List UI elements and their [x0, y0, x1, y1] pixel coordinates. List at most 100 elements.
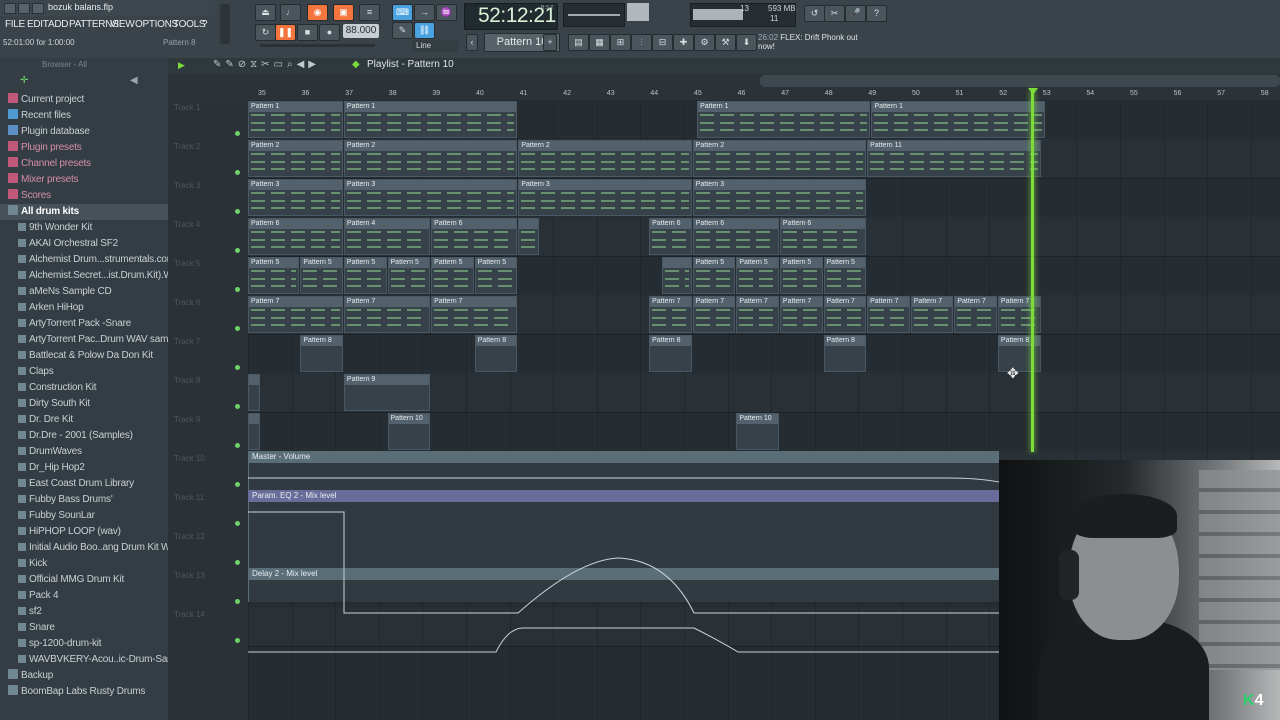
browser-item[interactable]: Alchemist Drum...strumentals.com)	[0, 252, 168, 268]
browser-item[interactable]: Recent files	[0, 108, 176, 124]
browser-item[interactable]: Dr. Dre Kit	[0, 412, 168, 428]
browser-item[interactable]: Construction Kit	[0, 380, 168, 396]
track-name[interactable]: Track 11	[174, 493, 204, 502]
browser-item[interactable]: Official MMG Drum Kit	[0, 572, 168, 588]
horizontal-scrollbar[interactable]	[760, 75, 1280, 87]
browser-item[interactable]: Mixer presets	[0, 172, 176, 188]
track-mute-led[interactable]	[235, 560, 240, 565]
browser-item[interactable]: Dr_Hip Hop2	[0, 460, 168, 476]
menu-options[interactable]: OPTIONS	[135, 19, 178, 30]
playhead[interactable]	[1031, 90, 1034, 452]
stop-icon[interactable]: ■	[297, 24, 318, 41]
browser-item[interactable]: BoomBap Labs Rusty Drums	[0, 684, 176, 700]
track-mute-led[interactable]	[235, 482, 240, 487]
plugin-icon[interactable]: ⚙	[694, 34, 715, 51]
playlist-tools[interactable]: ✎✎⊘⧖✂▭⌕◀▶	[213, 59, 320, 70]
waveform-icon[interactable]: ♒	[436, 4, 457, 21]
mixer-icon[interactable]: ⫶	[631, 34, 652, 51]
timeline-ruler[interactable]	[248, 88, 1280, 100]
browser-item[interactable]: Alchemist.Secret...ist.Drum.Kit).WAV	[0, 268, 168, 284]
pattern-song-icon[interactable]: ⏏	[255, 4, 276, 21]
track-name[interactable]: Track 8	[174, 376, 200, 385]
piano-roll-icon[interactable]: ▦	[589, 34, 610, 51]
song-position-bar[interactable]	[260, 44, 375, 47]
menu-add[interactable]: ADD	[48, 19, 69, 30]
draw-mode-icon[interactable]: ✎	[392, 22, 413, 39]
browser-item[interactable]: ArtyTorrent Pac..Drum WAV samples	[0, 332, 168, 348]
pause-icon[interactable]: ❚❚	[275, 24, 296, 41]
browser-item[interactable]: Pack 4	[0, 588, 168, 604]
countdown-icon[interactable]: ▣	[333, 4, 354, 21]
track-mute-led[interactable]	[235, 248, 240, 253]
browser-item[interactable]: sf2	[0, 604, 168, 620]
channel-rack-icon[interactable]: ⊞	[610, 34, 631, 51]
playlist-menu-icon[interactable]: ▶	[178, 60, 185, 71]
menu-help[interactable]: ?	[202, 19, 208, 30]
browser-item[interactable]: DrumWaves	[0, 444, 168, 460]
record-mode-icon[interactable]: ◉	[307, 4, 328, 21]
menu-file[interactable]: FILE	[5, 19, 25, 30]
track-name[interactable]: Track 5	[174, 259, 200, 268]
close-window-icon[interactable]	[32, 3, 44, 14]
tempo-display[interactable]: 88.000	[343, 24, 379, 38]
track-name[interactable]: Track 1	[174, 103, 200, 112]
track-name[interactable]: Track 7	[174, 337, 200, 346]
loop-icon[interactable]: ↻	[255, 24, 276, 41]
browser-item[interactable]: Dirty South Kit	[0, 396, 168, 412]
track-mute-led[interactable]	[235, 443, 240, 448]
browser-item[interactable]: Plugin database	[0, 124, 176, 140]
download-icon[interactable]: ⬇	[736, 34, 757, 51]
track-name[interactable]: Track 9	[174, 415, 200, 424]
wrench-icon[interactable]: ⚒	[715, 34, 736, 51]
snap-icon[interactable]: →	[414, 4, 435, 21]
collapse-icon[interactable]: ◀	[130, 76, 138, 86]
track-name[interactable]: Track 12	[174, 532, 205, 541]
browser-item[interactable]: Channel presets	[0, 156, 176, 172]
master-volume-slider[interactable]	[220, 4, 230, 44]
step-edit-icon[interactable]: ≡	[359, 4, 380, 21]
typing-keyboard-icon[interactable]: ⌨	[392, 4, 413, 21]
browser-item[interactable]: HiPHOP LOOP (wav)	[0, 524, 168, 540]
track-mute-led[interactable]	[235, 170, 240, 175]
browser-item[interactable]: Backup	[0, 668, 176, 684]
browser-item[interactable]: Fubby SounLar	[0, 508, 168, 524]
browser-item[interactable]: Battlecat & Polow Da Don Kit	[0, 348, 168, 364]
browser-item[interactable]: Claps	[0, 364, 168, 380]
add-pattern-icon[interactable]: +	[543, 34, 557, 51]
browser-item[interactable]: Arken HiHop	[0, 300, 168, 316]
track-mute-led[interactable]	[235, 209, 240, 214]
track-mute-led[interactable]	[235, 521, 240, 526]
microphone-icon[interactable]: 🎤	[845, 5, 866, 22]
playlist-window-icon[interactable]: ▤	[568, 34, 589, 51]
window-menu-icon[interactable]	[4, 3, 16, 14]
browser-item[interactable]: Plugin presets	[0, 140, 176, 156]
track-name[interactable]: Track 2	[174, 142, 200, 151]
track-mute-led[interactable]	[235, 599, 240, 604]
tools-icon[interactable]: ✂	[824, 5, 845, 22]
plugin-picker-icon[interactable]: ✚	[673, 34, 694, 51]
track-name[interactable]: Track 4	[174, 220, 200, 229]
undo-icon[interactable]: ↺	[804, 5, 825, 22]
metronome-icon[interactable]: ♩	[280, 4, 301, 21]
minimize-icon[interactable]	[18, 3, 30, 14]
browser-icon[interactable]: ⊟	[652, 34, 673, 51]
browser-item[interactable]: AKAI Orchestral SF2	[0, 236, 168, 252]
browser-item[interactable]: 9th Wonder Kit	[0, 220, 168, 236]
browser-item[interactable]: Scores	[0, 188, 176, 204]
browser-item[interactable]: East Coast Drum Library	[0, 476, 168, 492]
browser-item[interactable]: Current project	[0, 92, 176, 108]
help-icon[interactable]: ?	[866, 5, 887, 22]
browser-item[interactable]: Fubby Bass Drums'	[0, 492, 168, 508]
menu-edit[interactable]: EDIT	[27, 19, 49, 30]
browser-item[interactable]: aMeNs Sample CD	[0, 284, 168, 300]
browser-item[interactable]: ArtyTorrent Pack -Snare	[0, 316, 168, 332]
pattern-arrow-icon[interactable]: ◆	[352, 59, 360, 70]
track-name[interactable]: Track 10	[174, 454, 205, 463]
track-name[interactable]: Track 14	[174, 610, 205, 619]
track-mute-led[interactable]	[235, 287, 240, 292]
menu-tools[interactable]: TOOLS	[173, 19, 206, 30]
browser-item[interactable]: All drum kits	[0, 204, 176, 220]
track-mute-led[interactable]	[235, 131, 240, 136]
prev-pattern-icon[interactable]: ‹	[466, 34, 478, 51]
browser-item[interactable]: Initial Audio Boo..ang Drum Kit WiN	[0, 540, 168, 556]
